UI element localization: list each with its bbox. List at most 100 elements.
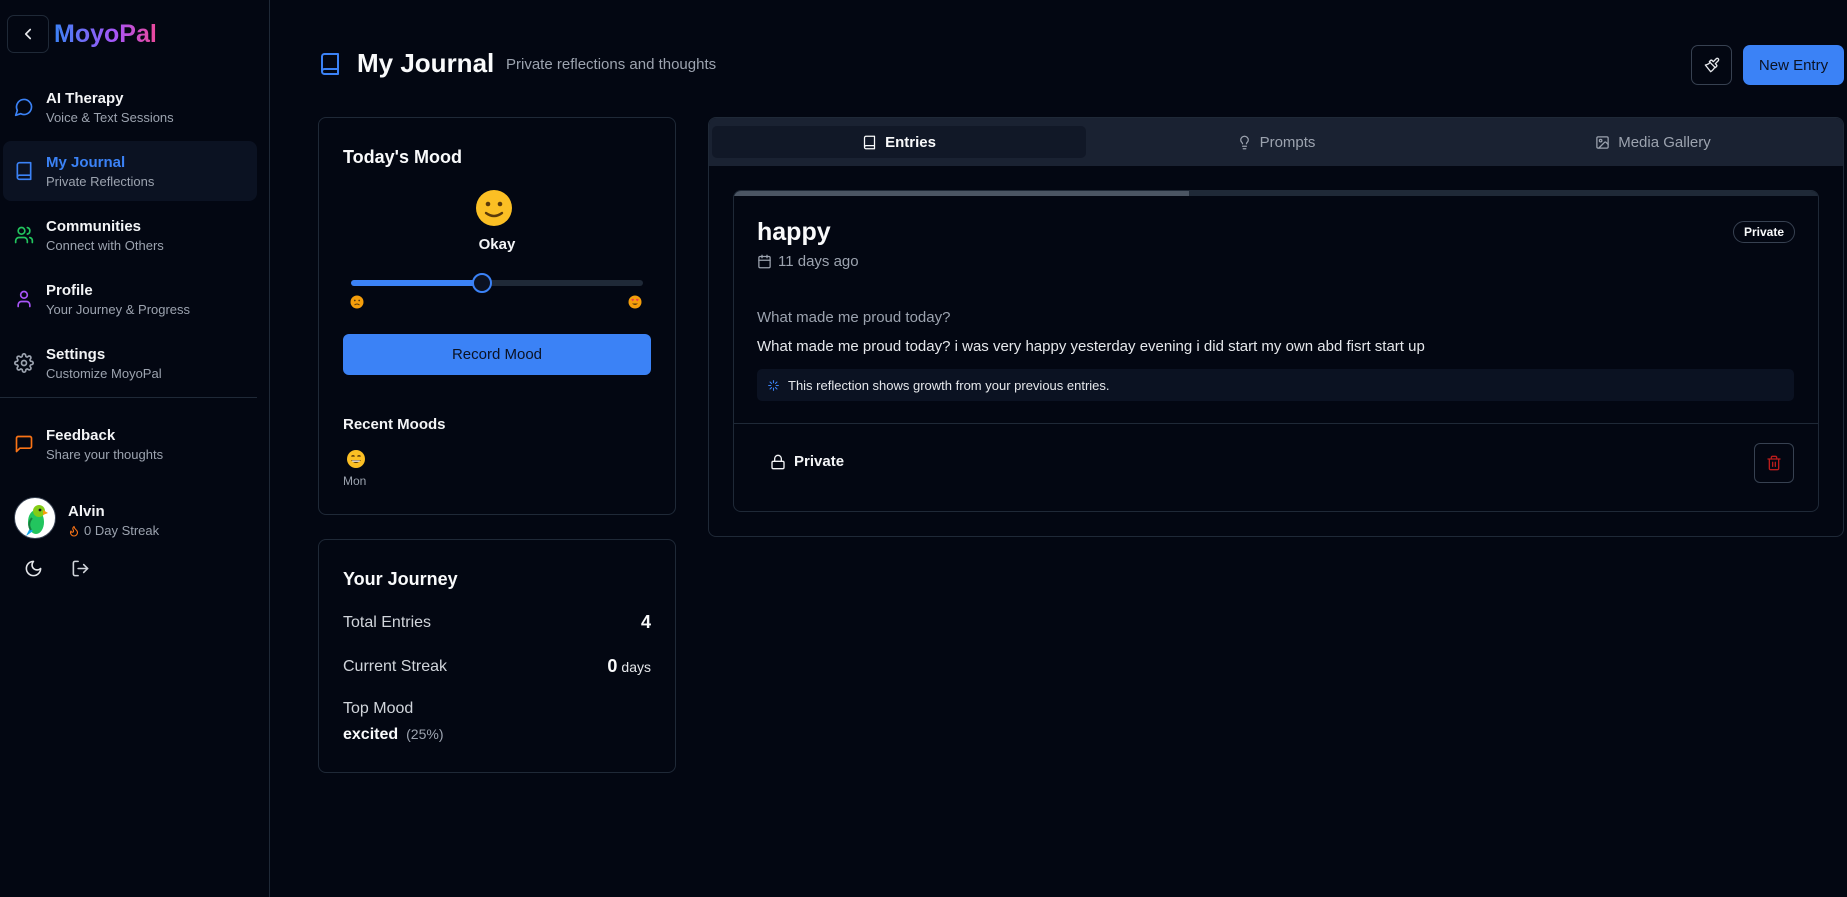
streak-number: 0 [607,656,618,676]
total-entries-value: 4 [640,612,651,632]
sidebar-item-title: My Journal [46,154,126,171]
sidebar-item-title: AI Therapy [46,90,124,107]
sidebar-item-title: Settings [46,346,106,363]
tab-label: Media Gallery [1618,133,1711,151]
your-journey-card: Your Journey Total Entries 4 Current Str… [318,539,676,773]
entry-title: happy [757,218,831,246]
lightbulb-icon [1239,135,1249,149]
streak-text: 0 Day Streak [84,523,160,538]
insight-text: This reflection shows growth from your p… [788,377,1110,393]
customize-button[interactable] [1691,45,1732,85]
sidebar-item-subtitle: Private Reflections [46,174,155,189]
page-subtitle: Private reflections and thoughts [506,56,717,73]
book-icon [318,52,342,76]
tab-bar: Entries Prompts Media Gallery [709,118,1843,166]
recent-moods-title: Recent Moods [343,416,446,433]
delete-entry-button[interactable] [1754,443,1794,483]
sidebar-item-subtitle: Connect with Others [46,238,164,253]
sidebar-item-profile[interactable]: Profile Your Journey & Progress [3,269,257,329]
sidebar-item-title: Communities [46,218,142,235]
ai-insight: This reflection shows growth from your p… [757,369,1794,401]
tab-media-gallery[interactable]: Media Gallery [1466,126,1840,158]
sidebar-item-subtitle: Customize MoyoPal [46,366,162,381]
top-mood-value: excited (25%) [343,726,444,744]
entry-body: What made me proud today? i was very hap… [757,338,1425,355]
sidebar-item-settings[interactable]: Settings Customize MoyoPal [3,333,257,393]
current-mood-label: Okay [478,236,516,253]
privacy-toggle[interactable]: Private [770,453,844,470]
record-mood-button[interactable]: Record Mood [343,334,651,375]
lock-icon [771,454,785,469]
entry-date-text: 11 days ago [778,253,859,270]
parrot-icon [26,505,48,536]
top-mood-percentage: (25%) [406,726,444,742]
entry-prompt: What made me proud today? [757,309,951,326]
sidebar-divider [0,397,257,398]
total-entries-label: Total Entries [343,614,432,631]
card-title: Your Journey [343,569,458,589]
logout-icon [72,560,88,576]
grinning-face-icon [347,450,365,468]
new-entry-button[interactable]: New Entry [1743,45,1844,85]
page-title: My Journal [357,48,495,78]
sidebar-item-subtitle: Share your thoughts [46,447,164,462]
flame-icon [69,525,79,537]
users-icon [14,225,34,245]
gear-icon [14,353,34,373]
privacy-label: Private [794,453,845,470]
current-streak-label: Current Streak [343,658,448,675]
privacy-badge: Private [1732,221,1795,243]
theme-toggle-button[interactable] [19,554,47,582]
sidebar-item-subtitle: Your Journey & Progress [46,302,191,317]
entry-date: 11 days ago [757,253,859,270]
sidebar-item-title: Feedback [46,427,116,444]
tab-label: Entries [885,133,936,151]
user-profile-summary[interactable]: Alvin 0 Day Streak [14,497,254,541]
user-icon [14,289,34,309]
sidebar-item-title: Profile [46,282,93,299]
heart-eyes-face-icon [628,295,642,309]
sidebar-item-subtitle: Voice & Text Sessions [46,110,174,125]
sidebar-item-communities[interactable]: Communities Connect with Others [3,205,257,265]
tab-prompts[interactable]: Prompts [1089,126,1463,158]
tab-label: Prompts [1259,133,1316,151]
journal-entry-card[interactable]: happy 11 days ago Private What made me p… [733,190,1819,512]
mood-slider-fill [351,280,483,286]
sidebar-item-feedback[interactable]: Feedback Share your thoughts [3,414,257,474]
mood-slider-thumb[interactable] [472,273,493,293]
entry-footer-divider [734,423,1818,424]
avatar[interactable] [14,497,56,539]
user-name: Alvin [68,503,105,520]
sad-face-icon [350,295,364,309]
streak-unit: days [621,659,651,675]
calendar-icon [758,254,771,269]
chevron-left-icon [24,28,32,40]
recent-mood-day: Mon [343,474,367,488]
moon-icon [25,560,41,576]
back-button[interactable] [7,15,49,53]
mood-slider[interactable] [351,273,643,293]
trash-icon [1767,455,1781,471]
top-mood-name: excited [343,726,399,743]
brand-logo[interactable]: MoyoPal [54,20,157,49]
current-streak-value: 0 days [607,656,651,677]
book-icon [863,135,876,149]
entry-progress-fill [734,191,1190,196]
message-square-icon [14,434,34,454]
sidebar-item-my-journal[interactable]: My Journal Private Reflections [3,141,257,201]
chat-bubble-icon [14,97,34,117]
tab-entries[interactable]: Entries [712,126,1086,158]
streak-indicator: 0 Day Streak [68,523,159,538]
logout-button[interactable] [66,554,94,582]
book-icon [14,161,34,181]
slightly-smiling-face-icon [476,190,512,226]
card-title: Today's Mood [343,147,462,167]
todays-mood-card: Today's Mood Okay Record Mood Recent Moo… [318,117,676,515]
top-mood-label: Top Mood [343,700,414,717]
entry-progress-bar [734,191,1818,196]
sidebar: MoyoPal AI Therapy Voice & Text Sessions… [0,0,270,897]
paintbrush-icon [1704,57,1719,73]
image-icon [1596,135,1609,149]
journal-tabs-panel: Entries Prompts Media Gallery happy 11 d… [708,117,1844,537]
sidebar-item-ai-therapy[interactable]: AI Therapy Voice & Text Sessions [3,77,257,137]
